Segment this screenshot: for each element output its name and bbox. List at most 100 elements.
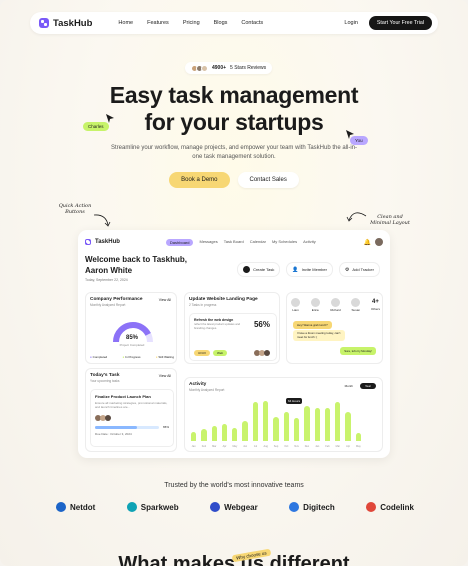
nav-link-features[interactable]: Features <box>147 20 169 26</box>
trusted-heading: Trusted by the world's most innovative t… <box>164 482 304 489</box>
nav-link-pricing[interactable]: Pricing <box>183 20 200 26</box>
legend-completed-label: Completed <box>92 355 108 359</box>
activity-bar[interactable] <box>335 402 341 441</box>
task-item[interactable]: Finalize Product Launch Plan Ensure all … <box>90 389 174 447</box>
team-member[interactable]: Liam <box>291 298 300 312</box>
create-task-button[interactable]: Create Task <box>237 262 281 277</box>
task-progress: 65% <box>95 425 169 429</box>
digitech-logo-icon <box>289 502 300 512</box>
legend-still-waiting: ● Still Waiting <box>155 355 174 359</box>
activity-bar[interactable] <box>283 411 289 441</box>
logo-text: TaskHub <box>53 17 93 29</box>
task-assignees <box>95 415 169 421</box>
reviews-badge: 4900+ 5 Stars Reviews <box>185 62 273 74</box>
member-name: Susan <box>351 308 361 312</box>
card-subtitle: Monthly Analyzed Report <box>90 303 126 307</box>
chip[interactable]: UI/UX <box>194 350 211 356</box>
welcome-date: Today, September 22, 2024 <box>85 278 128 282</box>
plus-icon <box>243 266 251 273</box>
member-name: Richard <box>330 308 341 312</box>
toggle-year[interactable]: Year <box>359 383 376 389</box>
task-item[interactable]: Refresh the web design reflect the lates… <box>189 313 277 361</box>
activity-bar[interactable] <box>304 406 310 441</box>
hero-subtitle: Streamline your workflow, manage project… <box>111 145 357 160</box>
team-member[interactable]: Richard <box>330 298 341 312</box>
start-trial-button[interactable]: Start Your Free Trial <box>368 16 432 30</box>
hero-buttons: Book a Demo Contact Sales <box>0 172 468 188</box>
nav-link-home[interactable]: Home <box>118 20 133 26</box>
chip[interactable]: Web <box>213 350 228 356</box>
nav-link-blogs[interactable]: Blogs <box>214 20 228 26</box>
activity-bar[interactable] <box>293 418 300 441</box>
activity-bar[interactable] <box>191 431 197 441</box>
landing-page-task-card: Update Website Landing Page 2 Tasks in p… <box>184 292 280 364</box>
team-member-more[interactable]: 4+ Others <box>371 298 380 312</box>
activity-bar[interactable] <box>211 426 217 441</box>
taskhub-logo-icon <box>85 239 91 245</box>
nav-actions: Login Start Your Free Trial <box>344 16 432 30</box>
taskhub-logo-icon <box>39 18 49 28</box>
x-tick-label: Jul <box>253 445 258 448</box>
x-tick-label: May <box>356 445 361 448</box>
bell-icon[interactable]: 🔔 <box>364 239 371 246</box>
task-title: Finalize Product Launch Plan <box>95 394 151 399</box>
chat-message: I have a Zoom meeting today, can't meet … <box>293 330 345 341</box>
activity-bar[interactable] <box>273 417 279 441</box>
brand-netdot: Netdot <box>56 502 95 512</box>
invite-member-button[interactable]: 👤 Invite Member <box>286 262 333 277</box>
activity-bar[interactable] <box>232 427 238 441</box>
tab-dashboard[interactable]: Dashboard <box>165 238 194 246</box>
welcome-heading: Welcome back to Taskhub, Aaron White <box>85 255 187 275</box>
activity-bar[interactable] <box>314 407 320 441</box>
nav-link-contacts[interactable]: Contacts <box>241 20 263 26</box>
legend-in-progress: ● In Progress <box>122 355 141 359</box>
x-tick-label: Aug <box>263 445 268 448</box>
member-name: Others <box>370 307 380 311</box>
avatar <box>351 298 361 307</box>
avatar[interactable] <box>375 238 383 246</box>
activity-bar[interactable] <box>324 407 331 441</box>
activity-bar[interactable] <box>252 402 259 441</box>
tab-messages[interactable]: Messages <box>199 239 217 246</box>
tab-activity[interactable]: Activity <box>303 239 316 246</box>
activity-bar[interactable] <box>201 429 207 441</box>
toggle-month[interactable]: Month <box>341 383 357 389</box>
hero-title: Easy task management for your startups <box>0 82 468 136</box>
activity-bar[interactable] <box>355 433 362 441</box>
tab-task-board[interactable]: Task Board <box>224 239 244 246</box>
x-tick-label: Mar <box>212 445 217 448</box>
login-link[interactable]: Login <box>344 20 357 26</box>
task-progress-bar <box>95 425 159 429</box>
book-demo-button[interactable]: Book a Demo <box>169 172 230 188</box>
team-members: Liam Erica Richard Susan 4+ Others <box>291 298 380 312</box>
add-tracker-button[interactable]: ⚙ Add Tracker <box>338 262 380 277</box>
x-tick-label: Oct <box>284 445 289 448</box>
member-name: Erica <box>311 308 319 312</box>
tab-calendar[interactable]: Calendar <box>250 239 266 246</box>
activity-bar[interactable] <box>263 401 269 441</box>
brand-name: Codelink <box>380 502 414 512</box>
activity-bar[interactable] <box>242 421 248 441</box>
logo[interactable]: TaskHub <box>39 18 92 29</box>
x-tick-label: Jun <box>243 445 248 448</box>
activity-bar[interactable] <box>345 411 351 441</box>
dashboard-navbar: TaskHub Dashboard Messages Task Board Ca… <box>85 237 383 247</box>
activity-bar[interactable] <box>221 423 228 441</box>
view-all-link[interactable]: View All <box>159 298 171 302</box>
team-member[interactable]: Erica <box>310 298 320 312</box>
hero-title-line1: Easy task management <box>109 82 359 108</box>
x-tick-label: Mar <box>335 445 340 448</box>
brand-name: Sparkweb <box>140 502 179 512</box>
legend-completed: ● Completed <box>90 355 108 359</box>
team-member[interactable]: Susan <box>351 298 361 312</box>
card-title: Today's Task <box>90 373 120 378</box>
member-name: Liam <box>292 308 299 312</box>
reviewer-avatars <box>191 64 208 72</box>
view-all-link[interactable]: View All <box>159 374 171 378</box>
contact-sales-button[interactable]: Contact Sales <box>237 172 299 188</box>
brand-name: Webgear <box>224 502 258 512</box>
tab-my-schedules[interactable]: My Schedules <box>272 239 297 246</box>
user-icon: 👤 <box>292 266 299 273</box>
dashboard-logo[interactable]: TaskHub <box>85 239 120 245</box>
avatar <box>201 64 208 72</box>
